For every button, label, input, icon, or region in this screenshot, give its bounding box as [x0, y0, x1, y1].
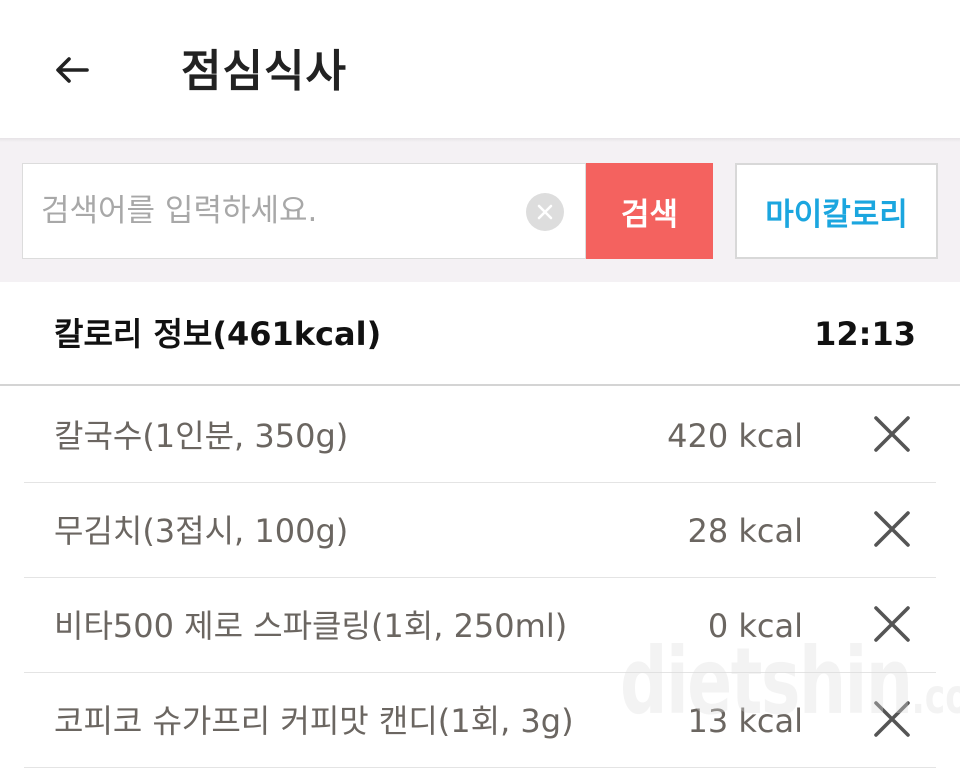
app-bar: 점심식사 [0, 0, 960, 140]
remove-food-button[interactable] [870, 602, 914, 646]
list-item: 코피코 슈가프리 커피맛 캔디(1회, 3g) 13 kcal [0, 673, 960, 768]
search-button[interactable]: 검색 [586, 163, 713, 259]
calorie-info-title: 칼로리 정보(461kcal) [54, 315, 382, 353]
food-kcal: 420 kcal [667, 417, 803, 455]
remove-food-button[interactable] [870, 412, 914, 456]
search-input[interactable] [41, 164, 521, 258]
clear-search-button[interactable] [526, 193, 564, 231]
arrow-left-icon [56, 57, 89, 83]
row-divider [24, 767, 936, 768]
search-bar: 검색 마이칼로리 [0, 142, 960, 282]
food-name: 칼국수(1인분, 350g) [54, 417, 349, 455]
list-item: 칼국수(1인분, 350g) 420 kcal [0, 388, 960, 483]
food-kcal: 0 kcal [707, 607, 803, 645]
calorie-info-header: 칼로리 정보(461kcal) 12:13 [0, 282, 960, 386]
meal-time: 12:13 [814, 315, 916, 353]
food-name: 코피코 슈가프리 커피맛 캔디(1회, 3g) [54, 702, 574, 740]
close-x-icon [874, 606, 910, 642]
remove-food-button[interactable] [870, 507, 914, 551]
close-x-icon [874, 416, 910, 452]
back-button[interactable] [48, 48, 96, 92]
close-x-icon [874, 511, 910, 547]
food-name: 무김치(3접시, 100g) [54, 512, 349, 550]
food-list: 칼국수(1인분, 350g) 420 kcal 무김치(3접시, 100g) 2… [0, 388, 960, 768]
page-title: 점심식사 [181, 46, 347, 97]
food-kcal: 28 kcal [687, 512, 803, 550]
search-box [22, 163, 586, 259]
food-name: 비타500 제로 스파클링(1회, 250ml) [54, 607, 568, 645]
remove-food-button[interactable] [870, 697, 914, 741]
my-calorie-button[interactable]: 마이칼로리 [735, 163, 938, 259]
close-x-icon [874, 701, 910, 737]
food-kcal: 13 kcal [687, 702, 803, 740]
clear-circle-icon [537, 204, 553, 220]
list-item: 비타500 제로 스파클링(1회, 250ml) 0 kcal [0, 578, 960, 673]
list-item: 무김치(3접시, 100g) 28 kcal [0, 483, 960, 578]
